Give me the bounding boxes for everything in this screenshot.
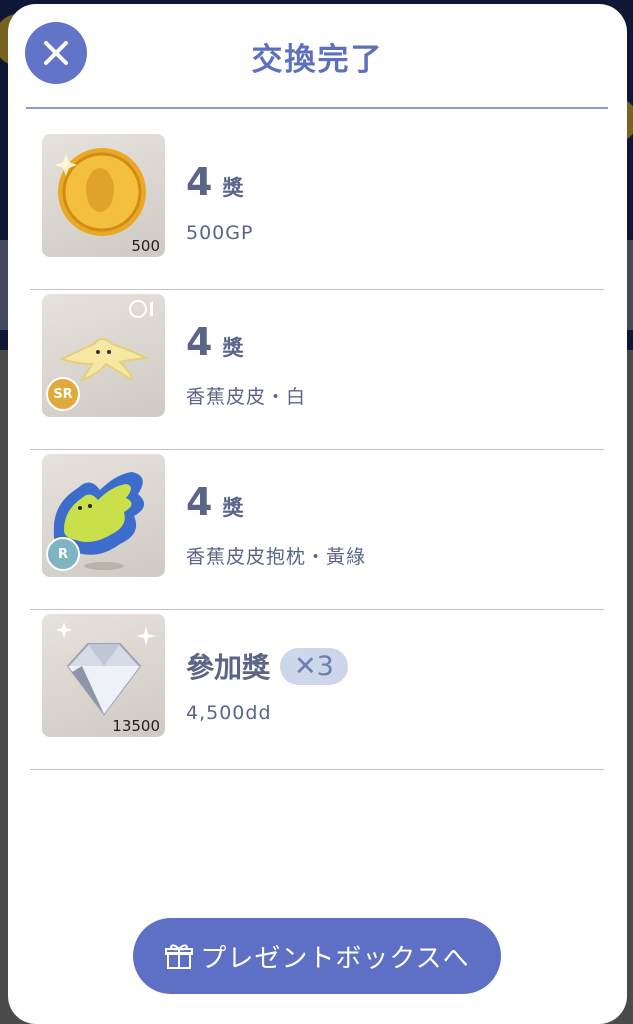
present-box-button[interactable]: プレゼントボックスへ [133, 918, 501, 994]
gold-coin-image: 500 [42, 134, 165, 257]
gift-icon [164, 941, 194, 971]
row-divider [30, 769, 604, 770]
rank-unit: 獎 [222, 336, 244, 360]
reward-row: 13500 參加獎 ✕3 4,500dd [30, 610, 604, 770]
reward-rank: 4 獎 [186, 480, 243, 524]
reward-rank: 參加獎 ✕3 [186, 646, 348, 687]
header-divider [26, 107, 608, 109]
rank-unit: 獎 [222, 176, 244, 200]
reward-description: 香蕉皮皮・白 [186, 386, 307, 408]
dialog-title: 交換完了 [251, 42, 384, 78]
reward-description: 500GP [186, 222, 254, 244]
multiplier-badge: ✕3 [280, 648, 348, 685]
rarity-badge: SR [46, 377, 80, 411]
item-quantity: 13500 [112, 717, 160, 735]
rank-number: 4 [186, 160, 213, 204]
banana-peel-image: SR [42, 294, 165, 417]
reward-description: 香蕉皮皮抱枕・黃綠 [186, 546, 367, 568]
diamond-image: 13500 [42, 614, 165, 737]
reward-description: 4,500dd [186, 702, 272, 724]
rank-unit: 獎 [222, 496, 244, 520]
reward-row: 500 4 獎 500GP [30, 130, 604, 290]
item-quantity: 500 [131, 237, 160, 255]
rank-label: 參加獎 [186, 651, 271, 684]
banana-peel-pillow-image: R [42, 454, 165, 577]
reward-row: R 4 獎 香蕉皮皮抱枕・黃綠 [30, 450, 604, 610]
reward-rank: 4 獎 [186, 160, 243, 204]
reward-row: SR 4 獎 香蕉皮皮・白 [30, 290, 604, 450]
reward-rank: 4 獎 [186, 320, 243, 364]
rank-number: 4 [186, 480, 213, 524]
rarity-badge: R [46, 537, 80, 571]
exchange-complete-dialog: 交換完了 500 4 獎 500GP SR 4 獎 香蕉皮皮・白 R 4 獎 香… [8, 4, 627, 1024]
rank-number: 4 [186, 320, 213, 364]
present-box-label: プレゼントボックスへ [200, 943, 470, 974]
